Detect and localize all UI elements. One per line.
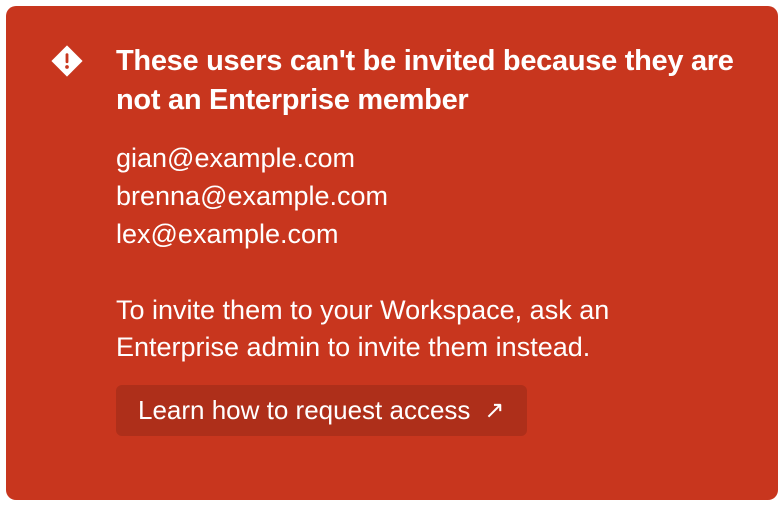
action-button-label: Learn how to request access xyxy=(138,395,470,426)
alert-title: These users can't be invited because the… xyxy=(116,42,734,120)
warning-icon xyxy=(50,44,84,78)
learn-request-access-button[interactable]: Learn how to request access ↗ xyxy=(116,385,527,436)
list-item: brenna@example.com xyxy=(116,178,734,216)
alert-instruction: To invite them to your Workspace, ask an… xyxy=(116,292,734,368)
enterprise-invite-error-alert: These users can't be invited because the… xyxy=(6,6,778,500)
alert-content: These users can't be invited because the… xyxy=(116,42,734,436)
external-link-icon: ↗ xyxy=(484,399,504,423)
list-item: gian@example.com xyxy=(116,140,734,178)
list-item: lex@example.com xyxy=(116,216,734,254)
alert-icon-container xyxy=(50,42,84,78)
blocked-users-list: gian@example.com brenna@example.com lex@… xyxy=(116,140,734,253)
